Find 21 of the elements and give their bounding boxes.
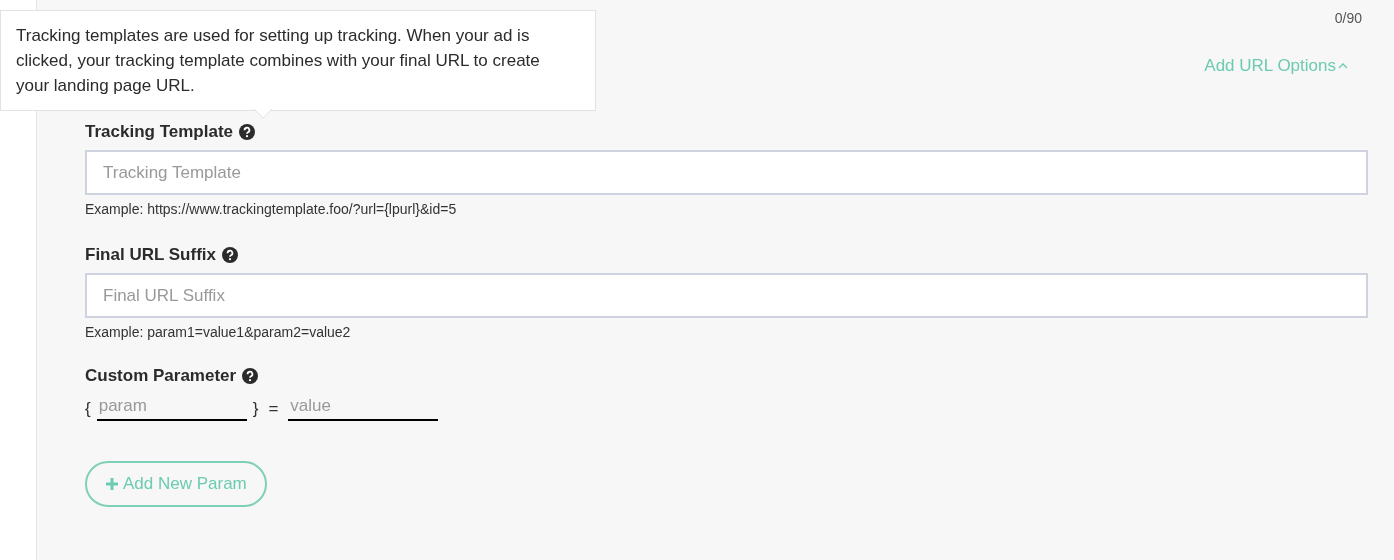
field-label: Custom Parameter (85, 366, 237, 386)
brace-text: { (85, 398, 91, 419)
param-field[interactable]: param (96, 396, 247, 421)
equals-sign: = (268, 398, 279, 419)
help-icon[interactable] (239, 124, 255, 140)
example-text: Example: param1=value1&param2=value2 (85, 324, 352, 340)
value-field[interactable]: value (288, 396, 439, 421)
text-field[interactable]: Final URL Suffix (85, 273, 1368, 318)
character-counter: 0/90 (1334, 10, 1362, 26)
text-field[interactable]: Tracking Template (85, 150, 1368, 195)
caret-icon (1338, 62, 1348, 70)
add-new-param-button[interactable]: Add New Param (85, 461, 267, 507)
example-text: Example: https://www.trackingtemplate.foo/?url={lpurl}&id=5 (85, 201, 458, 217)
tooltip-text: Tracking templates are used for setting up tracking. When your ad is clicked, your tracking template combines with your final URL to create your landing page URL. (16, 26, 540, 95)
brace-text: } (252, 398, 259, 419)
help-icon[interactable] (242, 368, 259, 384)
field-label: Final URL Suffix (85, 245, 216, 265)
add-url-options-link[interactable]: Add URL Options (1204, 56, 1348, 76)
plus-icon (105, 477, 119, 491)
field-label: Tracking Template (85, 122, 233, 142)
help-icon[interactable] (222, 247, 238, 263)
